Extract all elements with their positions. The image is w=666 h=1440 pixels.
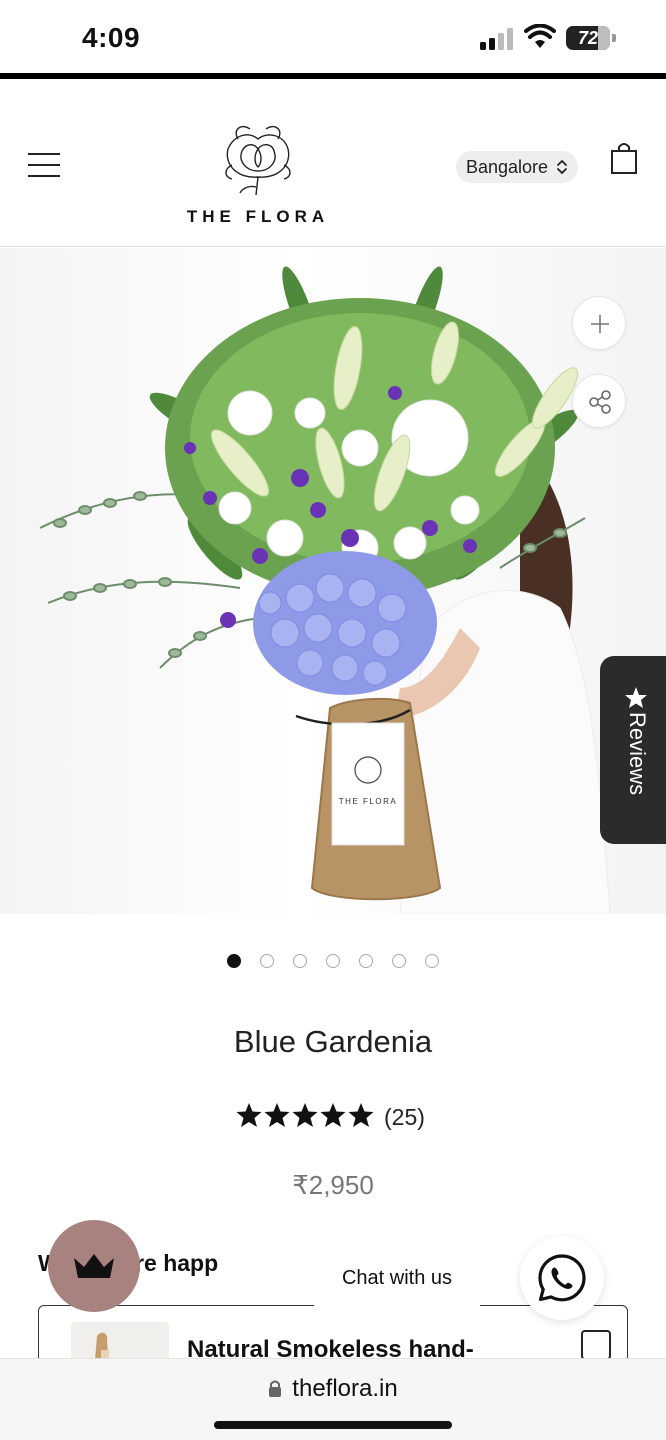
whatsapp-chat-button[interactable] <box>520 1236 604 1320</box>
product-image-carousel[interactable]: THE FLORA <box>0 248 666 914</box>
rating-stars <box>236 1103 374 1127</box>
carousel-pagination <box>227 954 441 970</box>
status-bar: 4:09 72 <box>0 0 666 79</box>
carousel-dot[interactable] <box>227 954 241 968</box>
status-time: 4:09 <box>82 22 141 53</box>
product-price: ₹2,950 <box>292 1170 374 1200</box>
url-display[interactable]: theflora.in <box>0 1375 666 1403</box>
share-button[interactable] <box>572 374 626 428</box>
city-select-value: Bangalore <box>466 157 549 177</box>
brand-logo[interactable]: THE FLORA <box>180 119 336 231</box>
loyalty-rewards-button[interactable] <box>48 1220 140 1312</box>
lock-icon <box>269 1380 282 1397</box>
whatsapp-icon <box>538 1254 586 1302</box>
carousel-dot[interactable] <box>260 954 274 968</box>
tag-brand: THE FLORA <box>339 797 397 806</box>
zoom-button[interactable] <box>572 296 626 350</box>
addon-checkbox[interactable] <box>581 1330 611 1360</box>
url-text: theflora.in <box>292 1375 398 1402</box>
bouquet-photo: THE FLORA <box>39 266 611 914</box>
carousel-dot[interactable] <box>392 954 406 968</box>
star-icon <box>236 1103 262 1127</box>
site-header: THE FLORA Bangalore <box>0 79 666 247</box>
star-icon <box>320 1103 346 1127</box>
battery-percent: 72 <box>577 28 599 48</box>
home-indicator[interactable] <box>214 1421 452 1429</box>
battery-icon: 72 <box>566 26 616 50</box>
hamburger-menu-button[interactable] <box>28 153 60 177</box>
chat-label[interactable]: Chat with us <box>314 1250 480 1306</box>
share-icon <box>589 390 611 414</box>
crown-icon <box>74 1254 114 1278</box>
review-count: (25) <box>384 1104 425 1130</box>
star-icon <box>292 1103 318 1127</box>
carousel-dot[interactable] <box>293 954 307 968</box>
star-icon <box>264 1103 290 1127</box>
brand-name: THE FLORA <box>186 207 330 226</box>
carousel-dot[interactable] <box>326 954 340 968</box>
shopping-bag-icon[interactable] <box>610 141 638 175</box>
city-select[interactable]: Bangalore <box>456 151 579 183</box>
star-icon <box>348 1103 374 1127</box>
wifi-icon <box>524 24 556 48</box>
browser-address-bar[interactable]: theflora.in <box>0 1358 666 1440</box>
star-icon <box>625 687 647 708</box>
peony-logo-icon <box>225 125 291 196</box>
reviews-tab[interactable]: Reviews <box>600 656 666 844</box>
reviews-label: Reviews <box>625 712 650 796</box>
carousel-dot[interactable] <box>359 954 373 968</box>
chevron-up-down-icon <box>557 159 567 175</box>
carousel-dot[interactable] <box>425 954 439 968</box>
product-title: Blue Gardenia <box>233 1024 433 1059</box>
plus-icon <box>591 315 609 333</box>
product-rating[interactable]: (25) <box>236 1102 436 1132</box>
cellular-signal-icon <box>480 28 513 50</box>
